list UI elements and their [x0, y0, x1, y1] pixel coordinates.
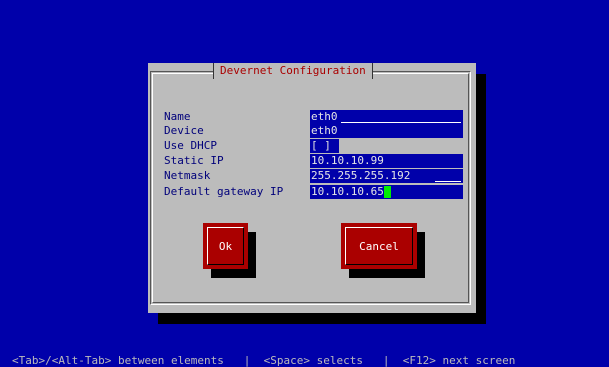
device-input[interactable]: eth0	[310, 124, 463, 138]
default-gateway-value: 10.10.10.65	[311, 185, 384, 198]
ok-button[interactable]: Ok	[203, 223, 248, 269]
use-dhcp-label: Use DHCP	[164, 139, 217, 152]
cancel-button-label: Cancel	[359, 239, 399, 253]
name-value: eth0	[311, 110, 338, 123]
netmask-value: 255.255.255.192	[311, 169, 411, 182]
ok-button-label: Ok	[218, 239, 233, 253]
dialog-title: Devernet Configuration	[213, 63, 373, 79]
default-gateway-label: Default gateway IP	[164, 185, 284, 198]
static-ip-input[interactable]: 10.10.10.99	[310, 154, 463, 168]
device-value: eth0	[311, 124, 338, 137]
netmask-input[interactable]: 255.255.255.192	[310, 169, 463, 183]
name-label: Name	[164, 110, 191, 123]
static-ip-label: Static IP	[164, 154, 224, 167]
use-dhcp-value: [ ]	[311, 139, 331, 152]
netmask-label: Netmask	[164, 169, 211, 182]
ok-button-face: Ok	[207, 227, 244, 265]
screen-top-strip	[0, 0, 609, 8]
static-ip-value: 10.10.10.99	[311, 154, 384, 167]
device-label: Device	[164, 124, 204, 137]
name-input[interactable]: eth0	[310, 110, 463, 124]
status-bar: <Tab>/<Alt-Tab> between elements | <Spac…	[12, 354, 516, 367]
name-underline	[341, 122, 461, 123]
config-dialog: Devernet Configuration Name eth0 Device …	[148, 63, 476, 313]
cancel-button-face: Cancel	[345, 227, 413, 265]
cancel-button[interactable]: Cancel	[341, 223, 417, 269]
netmask-underline	[435, 181, 461, 182]
default-gateway-input[interactable]: 10.10.10.65	[310, 185, 463, 199]
use-dhcp-checkbox[interactable]: [ ]	[310, 139, 339, 153]
text-cursor	[383, 186, 391, 198]
